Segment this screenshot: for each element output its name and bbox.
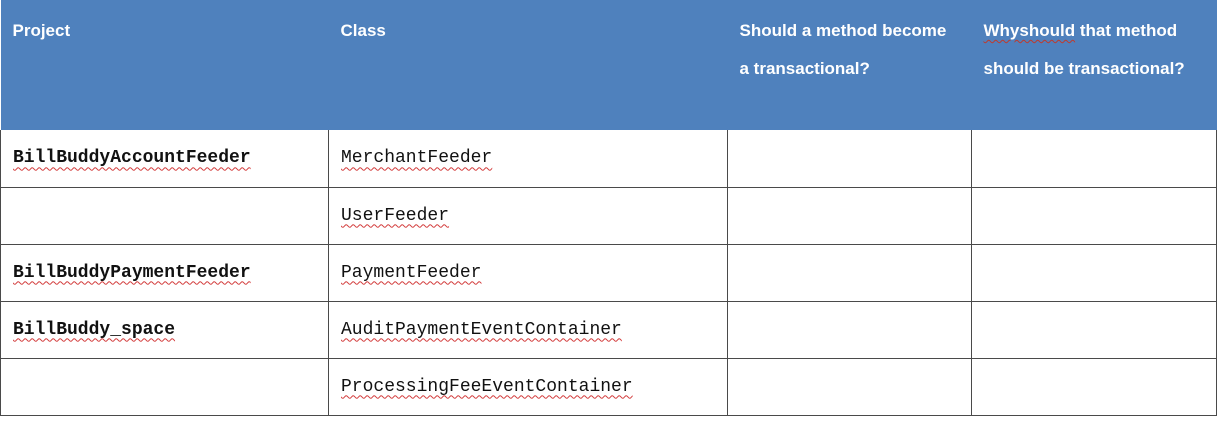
should-transactional-cell[interactable] [727, 130, 972, 188]
header-should-transactional: Should a method become a transactional? [727, 0, 972, 130]
class-name: PaymentFeeder [341, 262, 482, 283]
project-name: BillBuddyAccountFeeder [13, 148, 251, 169]
project-cell[interactable]: BillBuddyPaymentFeeder [0, 243, 329, 302]
table-row: UserFeeder [0, 186, 1217, 245]
header-why-transactional: Whyshould that method should be transact… [971, 0, 1217, 130]
class-cell[interactable]: AuditPaymentEventContainer [328, 300, 728, 359]
project-cell[interactable]: BillBuddyAccountFeeder [0, 130, 329, 188]
class-name: ProcessingFeeEventContainer [341, 376, 633, 397]
header-row: Project Class Should a method become a t… [0, 0, 1217, 130]
class-cell[interactable]: MerchantFeeder [328, 130, 728, 188]
header-class: Class [328, 0, 728, 130]
why-transactional-cell[interactable] [971, 186, 1217, 245]
table-row: BillBuddyAccountFeeder MerchantFeeder [0, 130, 1217, 188]
table-row: BillBuddy_space AuditPaymentEventContain… [0, 300, 1217, 359]
why-transactional-cell[interactable] [971, 300, 1217, 359]
table-row: BillBuddyPaymentFeeder PaymentFeeder [0, 243, 1217, 302]
project-name: BillBuddyPaymentFeeder [13, 262, 251, 283]
class-cell[interactable]: ProcessingFeeEventContainer [328, 357, 728, 416]
header-project: Project [0, 0, 329, 130]
why-transactional-cell[interactable] [971, 243, 1217, 302]
project-name: BillBuddy_space [13, 319, 176, 340]
table-row: ProcessingFeeEventContainer [0, 357, 1217, 416]
project-cell[interactable]: BillBuddy_space [0, 300, 329, 359]
class-name: UserFeeder [341, 205, 450, 226]
transaction-review-table: Project Class Should a method become a t… [0, 0, 1217, 416]
class-name: MerchantFeeder [341, 148, 493, 169]
should-transactional-cell[interactable] [727, 186, 972, 245]
should-transactional-cell[interactable] [727, 243, 972, 302]
project-cell[interactable] [0, 357, 329, 416]
why-transactional-cell[interactable] [971, 357, 1217, 416]
header-why-prefix: Whyshould [983, 21, 1076, 40]
project-cell[interactable] [0, 186, 329, 245]
class-cell[interactable]: UserFeeder [328, 186, 728, 245]
should-transactional-cell[interactable] [727, 357, 972, 416]
should-transactional-cell[interactable] [727, 300, 972, 359]
class-cell[interactable]: PaymentFeeder [328, 243, 728, 302]
class-name: AuditPaymentEventContainer [341, 319, 622, 340]
why-transactional-cell[interactable] [971, 130, 1217, 188]
